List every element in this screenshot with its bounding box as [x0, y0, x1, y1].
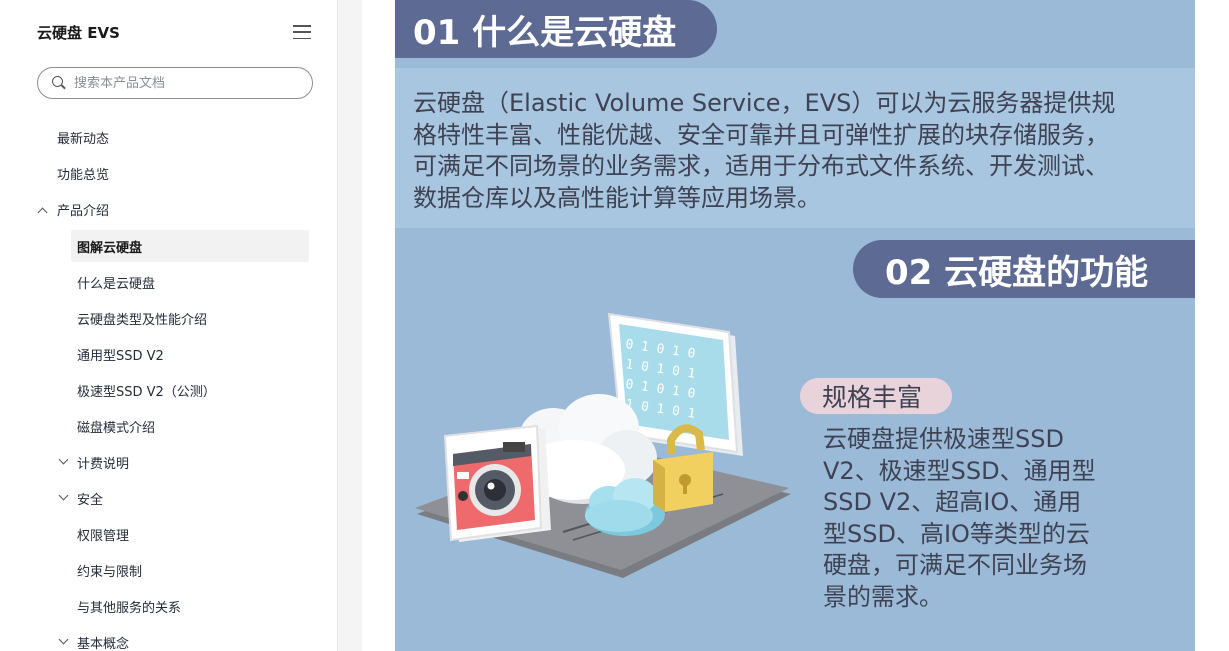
nav-item-disk-types[interactable]: 云硬盘类型及性能介绍	[77, 302, 207, 334]
nav-item-constraints[interactable]: 约束与限制	[77, 554, 142, 586]
feature-description: 云硬盘提供极速型SSD V2、极速型SSD、通用型 SSD V2、超高IO、通用…	[823, 424, 1133, 613]
feature-line: 硬盘，可满足不同业务场	[823, 551, 1087, 579]
nav-item-label: 与其他服务的关系	[77, 600, 182, 616]
intro-line: 数据仓库以及高性能计算等应用场景。	[413, 183, 821, 212]
intro-line: 格特性丰富、性能优越、安全可靠并且可弹性扩展的块存储服务，	[413, 120, 1109, 149]
feature-line: V2、极速型SSD、通用型	[823, 456, 1096, 485]
feature-line: SSD V2、超高IO、通用	[823, 488, 1082, 516]
search-box[interactable]	[37, 67, 313, 99]
storage-illustration: 0 1 0 1 0 1 0 1 0 1 0 1 0 1 0 1 0 1 0 1	[415, 312, 791, 578]
nav-item-feature-overview[interactable]: 功能总览	[57, 157, 109, 189]
nav-item-label: 磁盘模式介绍	[77, 420, 156, 436]
search-icon	[52, 76, 66, 90]
nav-item-security[interactable]: 安全	[77, 482, 103, 514]
section2-heading: 02 云硬盘的功能	[853, 240, 1195, 298]
feature-line: 型SSD、高IO等类型的云	[823, 519, 1090, 548]
nav-item-label: 安全	[77, 492, 104, 508]
nav-item-related-services[interactable]: 与其他服务的关系	[77, 590, 181, 622]
nav-item-billing[interactable]: 计费说明	[77, 446, 129, 478]
sidebar: 云硬盘 EVS 最新动态 功能总览 产品介绍 图解云硬盘 什么是云硬盘 云硬盘类…	[0, 0, 338, 651]
intro-line: 云硬盘（Elastic Volume Service，EVS）可以为云服务器提供…	[413, 89, 1116, 117]
nav-item-label: 计费说明	[77, 456, 130, 472]
intro-paragraph: 云硬盘（Elastic Volume Service，EVS）可以为云服务器提供…	[413, 88, 1193, 214]
nav-item-product-intro[interactable]: 产品介绍	[57, 193, 109, 225]
feature-line: 景的需求。	[823, 582, 943, 611]
evs-infographic: 01 什么是云硬盘 云硬盘（Elastic Volume Service，EVS…	[395, 0, 1195, 651]
feature-line: 云硬盘提供极速型SSD	[823, 425, 1064, 453]
main-content: 01 什么是云硬盘 云硬盘（Elastic Volume Service，EVS…	[362, 0, 1229, 651]
nav-item-what-is-evs[interactable]: 什么是云硬盘	[77, 266, 155, 298]
nav-item-label: 最新动态	[57, 131, 110, 147]
nav-item-label: 通用型SSD V2	[77, 348, 164, 364]
nav-item-illustrated-evs[interactable]: 图解云硬盘	[71, 230, 309, 262]
menu-icon[interactable]	[293, 25, 311, 39]
nav-item-label: 云硬盘类型及性能介绍	[77, 312, 208, 328]
nav-item-extreme-ssd-v2[interactable]: 极速型SSD V2（公测）	[77, 374, 216, 406]
chevron-down-icon[interactable]	[58, 490, 69, 501]
nav-item-label: 约束与限制	[77, 564, 143, 580]
nav-item-disk-modes[interactable]: 磁盘模式介绍	[77, 410, 155, 442]
nav-item-label: 功能总览	[57, 167, 110, 183]
search-input[interactable]	[74, 75, 294, 91]
chevron-up-icon[interactable]	[37, 207, 48, 218]
camera-icon	[443, 424, 551, 542]
chevron-down-icon[interactable]	[58, 634, 69, 645]
nav-item-basic-concepts[interactable]: 基本概念	[77, 626, 129, 651]
nav-item-label: 极速型SSD V2（公测）	[77, 384, 216, 400]
nav-item-label: 权限管理	[77, 528, 130, 544]
sidebar-divider	[338, 0, 362, 651]
nav-item-general-ssd-v2[interactable]: 通用型SSD V2	[77, 338, 164, 370]
nav-item-label: 什么是云硬盘	[77, 276, 156, 292]
sidebar-header: 云硬盘 EVS	[37, 20, 311, 44]
nav-item-label: 基本概念	[77, 636, 130, 651]
nav-item-latest-news[interactable]: 最新动态	[57, 121, 109, 153]
product-title: 云硬盘 EVS	[37, 23, 120, 42]
section1-heading: 01 什么是云硬盘	[395, 0, 717, 58]
feature-label: 规格丰富	[800, 378, 952, 414]
nav-item-label: 产品介绍	[57, 203, 110, 219]
nav-item-label: 图解云硬盘	[77, 240, 143, 256]
nav-item-permissions[interactable]: 权限管理	[77, 518, 129, 550]
chevron-down-icon[interactable]	[58, 454, 69, 465]
intro-line: 可满足不同场景的业务需求，适用于分布式文件系统、开发测试、	[413, 152, 1109, 180]
